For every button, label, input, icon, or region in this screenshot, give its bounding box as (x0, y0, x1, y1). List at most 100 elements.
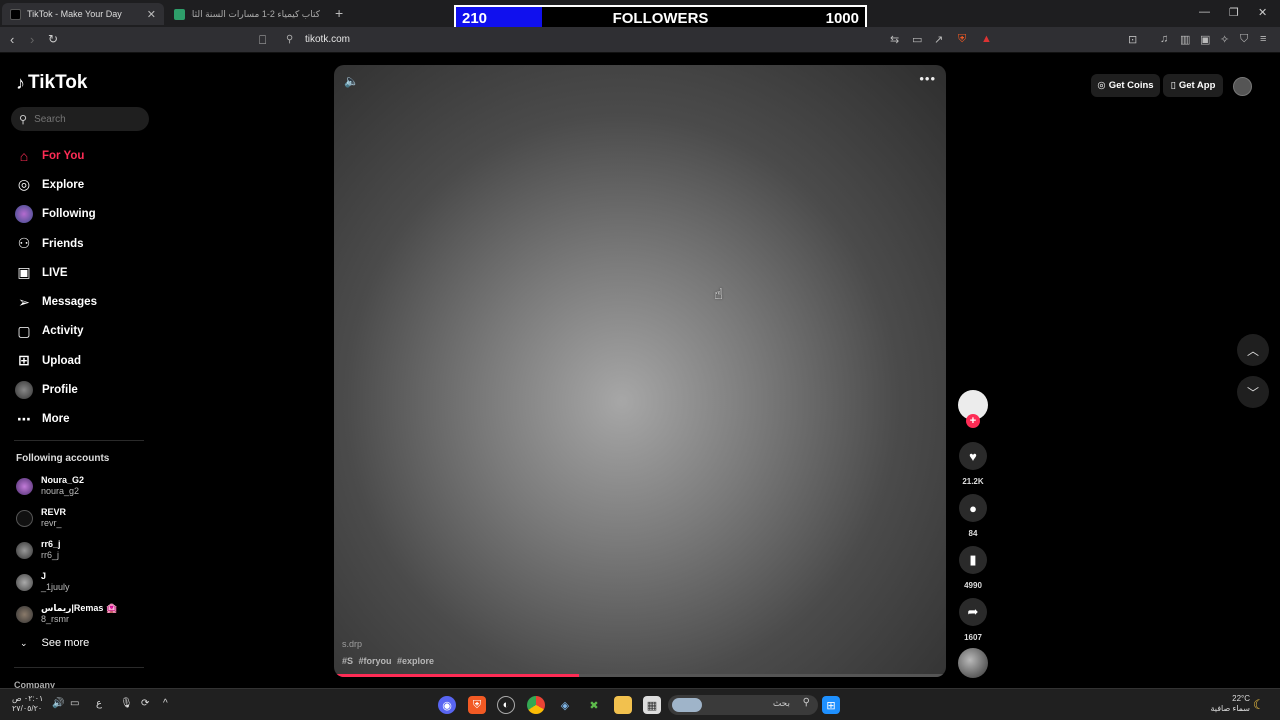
search-highlight-image (672, 698, 702, 712)
share-arrow-icon: ➦ (967, 604, 979, 619)
menu-icon[interactable]: ≡ (1260, 33, 1266, 45)
language-icon[interactable]: ع (96, 698, 102, 709)
steam-helper-icon[interactable]: ◐ (497, 696, 515, 714)
weather-widget[interactable]: 22°C سماء صافية (1206, 694, 1250, 714)
brave-icon[interactable]: ⛨ (468, 696, 486, 714)
xbox-icon[interactable]: ✖ (585, 696, 603, 714)
sidebar-item-messages[interactable]: ➢ Messages (14, 287, 154, 316)
video-progress-fill (334, 674, 579, 677)
url-text[interactable]: tikotk.com (305, 34, 350, 45)
sidebar-panel-icon[interactable]: ⊡ (1128, 33, 1137, 46)
chevron-down-icon: ﹀ (1246, 385, 1259, 400)
see-more-button[interactable]: ⌄ See more (20, 637, 89, 649)
video-progress-bar[interactable] (334, 674, 946, 677)
taskbar-search[interactable]: بحث ⚲ (668, 695, 818, 715)
divider (14, 667, 144, 668)
microphone-icon[interactable]: 🎙 (120, 698, 133, 709)
following-accounts-heading: Following accounts (16, 453, 110, 464)
share-count: 1607 (964, 633, 982, 642)
reload-icon[interactable]: ↻ (48, 32, 58, 46)
video-player[interactable]: 🔈 ••• s.drp #S #foryou #explore (334, 65, 946, 677)
home-icon: ⌂ (19, 147, 29, 164)
temperature: 22°C (1232, 694, 1250, 703)
minimize-icon[interactable]: — (1199, 6, 1210, 18)
search-box[interactable]: ⚲ (11, 107, 149, 131)
bookmark-icon[interactable]: ⎕ (259, 33, 266, 48)
following-account[interactable]: rr6_j rr6_j (16, 539, 61, 561)
sidebar-item-live[interactable]: ▣ LIVE (14, 258, 154, 287)
sync-icon[interactable]: ⟳ (141, 698, 149, 709)
store-icon[interactable]: ▦ (643, 696, 661, 714)
browser-tab-book[interactable]: كتاب كيمياء 2-1 مسارات السنة الثانية الـ (166, 3, 328, 25)
previous-video-button[interactable]: ︿ (1237, 334, 1269, 366)
discord-icon[interactable]: ◉ (438, 696, 456, 714)
avatar (16, 477, 33, 495)
new-tab-icon[interactable]: + (335, 5, 343, 21)
following-account[interactable]: Noura_G2 noura_g2 (16, 475, 84, 497)
maximize-icon[interactable]: ❐ (1229, 6, 1239, 19)
wallet-icon[interactable]: ▣ (1200, 33, 1210, 46)
sidebar-item-profile[interactable]: Profile (14, 375, 154, 404)
sidebar-item-label: Following (42, 208, 96, 221)
more-options-icon[interactable]: ••• (919, 71, 936, 86)
following-account[interactable]: ريماس|Remas 🏩 8_rsmr (16, 603, 117, 625)
bookmark-icon: ▮ (969, 552, 977, 567)
sidebar-item-friends[interactable]: ⚇ Friends (14, 229, 154, 258)
save-button[interactable]: ▮ (959, 546, 987, 574)
sidebar-toggle-icon[interactable]: ▥ (1180, 33, 1190, 46)
leo-ai-icon[interactable]: ✧ (1220, 33, 1229, 46)
share-button[interactable]: ➦ (959, 598, 987, 626)
get-coins-label: Get Coins (1108, 80, 1154, 91)
network-icon[interactable]: ▭ (70, 698, 79, 709)
video-hashtags[interactable]: #S #foryou #explore (342, 656, 434, 666)
translate-icon[interactable]: ⇆ (890, 33, 899, 46)
compass-icon: ◎ (17, 176, 31, 193)
share-icon[interactable]: ↗ (934, 33, 943, 46)
coin-icon: ◎ (1097, 80, 1106, 91)
browser-tab-tiktok[interactable]: TikTok - Make Your Day ✕ (2, 3, 164, 25)
activity-icon: ▢ (17, 322, 31, 339)
like-button[interactable]: ♥ (959, 442, 987, 470)
sidebar-item-explore[interactable]: ◎ Explore (14, 170, 154, 199)
windows-start-icon[interactable]: ⊞ (822, 696, 840, 714)
tray-overflow-icon[interactable]: ^ (163, 698, 168, 709)
sidebar-item-more[interactable]: ⋯ More (14, 405, 154, 434)
screenshot-icon[interactable]: ▭ (912, 33, 922, 46)
volume-icon[interactable]: 🔈 (344, 74, 359, 88)
brave-shields-icon[interactable]: ⛨ (958, 33, 966, 46)
follow-plus-icon[interactable]: + (966, 414, 980, 428)
close-window-icon[interactable]: ✕ (1258, 6, 1267, 19)
comment-button[interactable]: ● (959, 494, 987, 522)
tiktok-logo[interactable]: ♪ TikTok (16, 72, 87, 94)
avatar (16, 509, 33, 527)
document-favicon-icon (174, 8, 185, 20)
friends-icon: ⚇ (17, 235, 31, 252)
close-tab-icon[interactable]: ✕ (147, 8, 156, 21)
sidebar-item-upload[interactable]: ⊞ Upload (14, 346, 154, 375)
sidebar-item-for-you[interactable]: ⌂ For You (14, 141, 154, 170)
get-app-button[interactable]: ▯ Get App (1163, 74, 1223, 97)
site-info-icon[interactable]: ⚲ (286, 34, 293, 45)
sidebar-item-following[interactable]: Following (14, 200, 154, 229)
get-coins-button[interactable]: ◎ Get Coins (1091, 74, 1160, 97)
logo-text: TikTok (28, 72, 88, 93)
search-input[interactable] (34, 113, 135, 125)
user-avatar[interactable] (1233, 77, 1252, 96)
taskbar-clock[interactable]: ٠٢:٠١ ص ٢٧/٠٥/٢٠ (12, 694, 43, 714)
following-avatar-icon (14, 205, 34, 224)
back-icon[interactable]: ‹ (10, 32, 14, 47)
media-icon[interactable]: ♫ (1160, 33, 1168, 45)
file-explorer-icon[interactable] (614, 696, 632, 714)
vpn-icon[interactable]: ⛉ (1240, 33, 1248, 46)
speaker-icon[interactable]: 🔊 (52, 698, 64, 709)
steam-icon[interactable]: ◈ (556, 696, 574, 714)
next-video-button[interactable]: ﹀ (1237, 376, 1269, 408)
sound-disc[interactable] (958, 648, 988, 678)
following-account[interactable]: J _1juuly (16, 571, 70, 593)
following-account[interactable]: REVR revr_ (16, 507, 66, 529)
forward-icon[interactable]: › (30, 32, 34, 47)
video-username[interactable]: s.drp (342, 639, 362, 649)
chrome-icon[interactable] (527, 696, 545, 714)
sidebar-item-activity[interactable]: ▢ Activity (14, 317, 154, 346)
brave-rewards-icon[interactable]: ▲ (981, 33, 992, 45)
